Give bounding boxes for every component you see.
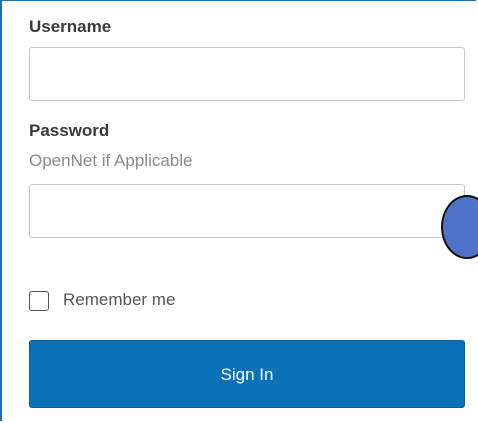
- username-input[interactable]: [29, 47, 465, 101]
- remember-me-label[interactable]: Remember me: [63, 290, 175, 310]
- password-label: Password: [29, 121, 110, 140]
- username-label: Username: [29, 17, 112, 36]
- remember-me-checkbox[interactable]: [29, 291, 49, 311]
- password-hint: OpenNet if Applicable: [29, 151, 193, 170]
- sign-in-button[interactable]: Sign In: [29, 340, 465, 408]
- login-panel: Username Password OpenNet if Applicable …: [0, 0, 478, 421]
- password-input[interactable]: [29, 184, 465, 238]
